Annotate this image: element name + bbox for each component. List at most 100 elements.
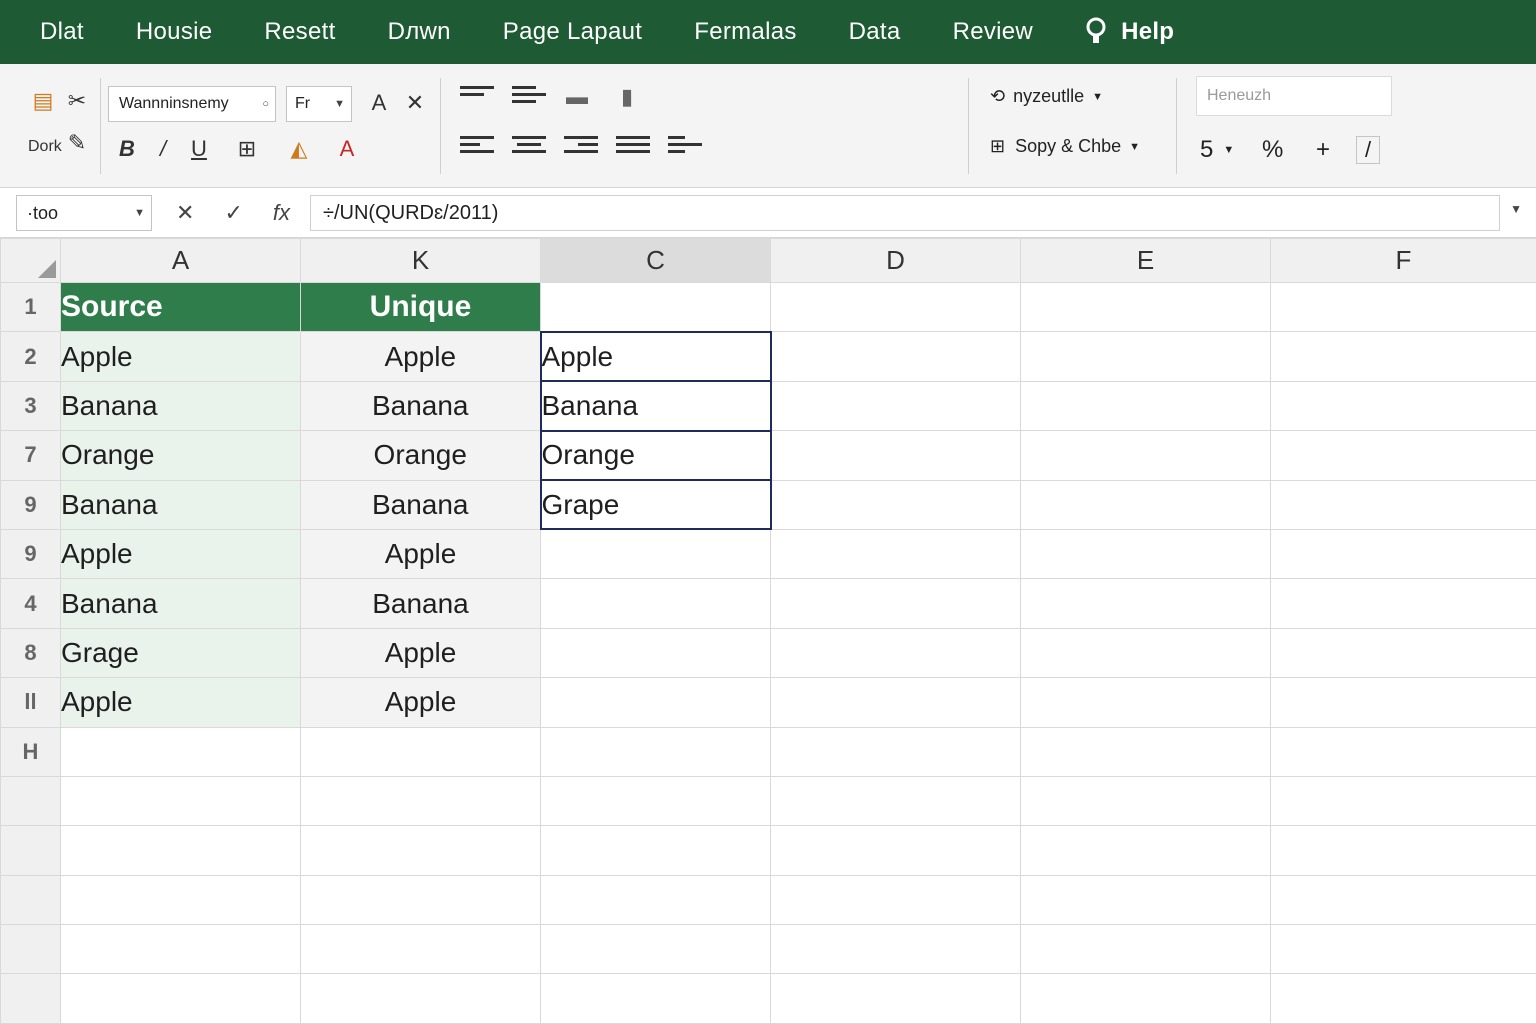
cell-d[interactable]: [770, 924, 1021, 975]
row-header[interactable]: 7: [0, 430, 61, 481]
cell-k[interactable]: Apple: [300, 331, 541, 382]
clear-format-icon[interactable]: ✕: [398, 86, 432, 120]
cell-f[interactable]: [1270, 380, 1536, 432]
cell-a[interactable]: Banana: [60, 479, 301, 530]
row-header[interactable]: ll: [0, 677, 61, 728]
row-header[interactable]: [0, 825, 61, 876]
cell-e[interactable]: [1020, 874, 1271, 926]
align-right-icon[interactable]: [564, 132, 598, 160]
row-header[interactable]: [0, 775, 61, 827]
cell-d[interactable]: [770, 973, 1021, 1024]
row-header[interactable]: 2: [0, 331, 61, 382]
row-header[interactable]: H: [0, 726, 61, 777]
number-format-select[interactable]: 5 ▼: [1200, 136, 1234, 164]
cell-c[interactable]: [540, 281, 771, 333]
tab-help[interactable]: Help: [1085, 17, 1174, 47]
column-header-c[interactable]: C: [540, 238, 771, 283]
cell-k[interactable]: [300, 775, 541, 827]
cell-a[interactable]: Grage: [60, 627, 301, 679]
formula-input[interactable]: ÷/UN(QURDɛ/2011): [310, 195, 1500, 231]
cell-e[interactable]: [1020, 825, 1271, 876]
cell-a[interactable]: Apple: [60, 528, 301, 580]
cell-c[interactable]: [540, 726, 771, 777]
increase-decimal-button[interactable]: +: [1316, 136, 1330, 164]
cell-k[interactable]: Apple: [300, 677, 541, 728]
row-header[interactable]: 3: [0, 380, 61, 432]
confirm-icon[interactable]: ✓: [224, 200, 242, 226]
cell-f[interactable]: [1270, 281, 1536, 333]
font-color-icon[interactable]: A: [330, 132, 364, 166]
cell-d[interactable]: [770, 775, 1021, 827]
cell-f[interactable]: [1270, 775, 1536, 827]
grow-font-icon[interactable]: A: [362, 86, 396, 120]
cancel-icon[interactable]: ✕: [176, 200, 194, 226]
cell-f[interactable]: [1270, 726, 1536, 777]
cell-c[interactable]: [540, 627, 771, 679]
cell-f[interactable]: [1270, 874, 1536, 926]
insert-function-icon[interactable]: fx: [273, 200, 290, 226]
cell-f[interactable]: [1270, 677, 1536, 728]
row-header[interactable]: [0, 874, 61, 926]
tab-review[interactable]: Review: [953, 18, 1034, 46]
expand-formula-icon[interactable]: ▼: [1510, 202, 1522, 216]
row-header[interactable]: 1: [0, 281, 61, 333]
cell-c[interactable]: [540, 528, 771, 580]
italic-icon[interactable]: /: [146, 132, 180, 166]
cell-d[interactable]: [770, 627, 1021, 679]
cell-e[interactable]: [1020, 924, 1271, 975]
align-left-icon[interactable]: [460, 132, 494, 160]
cell-e[interactable]: [1020, 528, 1271, 580]
cell-e[interactable]: [1020, 281, 1271, 333]
name-box[interactable]: ·too ▼: [16, 195, 152, 231]
cell-a[interactable]: [60, 825, 301, 876]
cell-e[interactable]: [1020, 479, 1271, 530]
cell-e[interactable]: [1020, 578, 1271, 629]
align-center-icon[interactable]: [512, 132, 546, 160]
cell-d[interactable]: [770, 825, 1021, 876]
row-header[interactable]: [0, 973, 61, 1024]
cell-c[interactable]: [540, 775, 771, 827]
cell-a[interactable]: Banana: [60, 578, 301, 629]
column-header-k[interactable]: K: [300, 238, 541, 283]
tab-formulas[interactable]: Fermalas: [694, 18, 796, 46]
orientation-icon[interactable]: [668, 132, 702, 160]
border-icon[interactable]: ⊞: [230, 132, 264, 166]
row-header[interactable]: 4: [0, 578, 61, 629]
cell-k[interactable]: [300, 874, 541, 926]
column-header-a[interactable]: A: [60, 238, 301, 283]
row-header[interactable]: 8: [0, 627, 61, 679]
column-header-f[interactable]: F: [1270, 238, 1536, 283]
cell-e[interactable]: [1020, 726, 1271, 777]
cell-c[interactable]: [540, 973, 771, 1024]
cell-a[interactable]: [60, 924, 301, 975]
cell-k[interactable]: Apple: [300, 627, 541, 679]
cell-a[interactable]: Source: [60, 281, 301, 333]
cell-a[interactable]: Banana: [60, 380, 301, 432]
cell-a[interactable]: [60, 726, 301, 777]
cell-e[interactable]: [1020, 973, 1271, 1024]
select-all-corner[interactable]: [0, 238, 61, 283]
cell-c[interactable]: Grape: [539, 479, 772, 531]
cell-k[interactable]: Unique: [300, 281, 541, 333]
bold-icon[interactable]: B: [110, 132, 144, 166]
tab-data[interactable]: Data: [849, 18, 901, 46]
cell-c[interactable]: [540, 874, 771, 926]
cell-c[interactable]: Banana: [539, 380, 772, 432]
cell-k[interactable]: Banana: [300, 380, 541, 432]
cell-e[interactable]: [1020, 380, 1271, 432]
cell-c[interactable]: Apple: [539, 330, 772, 383]
number-format-box[interactable]: Heneuzh: [1196, 76, 1392, 116]
cell-c[interactable]: [540, 677, 771, 728]
cell-e[interactable]: [1020, 331, 1271, 382]
cell-d[interactable]: [770, 528, 1021, 580]
cell-f[interactable]: [1270, 430, 1536, 481]
fill-color-icon[interactable]: ◭: [282, 132, 316, 166]
cell-d[interactable]: [770, 726, 1021, 777]
row-header[interactable]: [0, 924, 61, 975]
cell-d[interactable]: [770, 281, 1021, 333]
cell-a[interactable]: [60, 775, 301, 827]
cell-c[interactable]: [540, 924, 771, 975]
cell-k[interactable]: Apple: [300, 528, 541, 580]
decrease-decimal-button[interactable]: /: [1356, 136, 1381, 164]
cell-f[interactable]: [1270, 479, 1536, 530]
